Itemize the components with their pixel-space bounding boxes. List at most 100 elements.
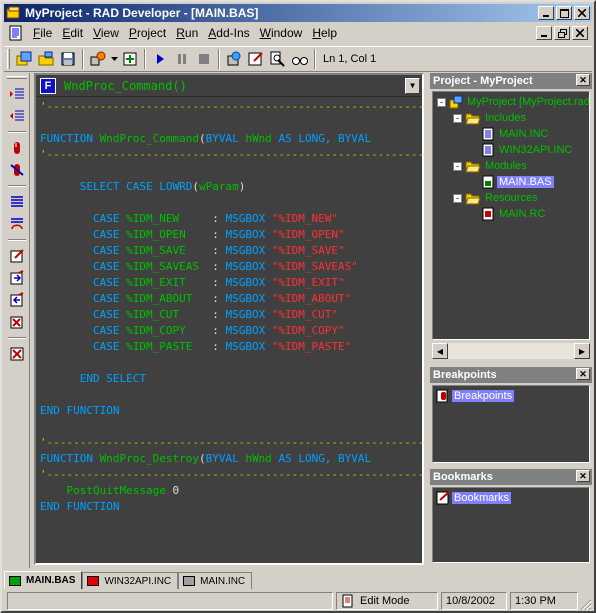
scroll-left-icon[interactable]: ◀: [432, 343, 448, 359]
scroll-track[interactable]: [448, 343, 574, 359]
code-line[interactable]: FUNCTION WndProc_Destroy(BYVAL hWnd AS L…: [40, 451, 422, 467]
mdi-minimize-button[interactable]: [536, 26, 552, 40]
code-line[interactable]: END FUNCTION: [40, 403, 422, 419]
code-line[interactable]: END SELECT: [40, 371, 422, 387]
code-line[interactable]: PostQuitMessage 0: [40, 483, 422, 499]
bookmarks-list[interactable]: Bookmarks: [432, 487, 590, 563]
stop-icon[interactable]: [193, 48, 215, 70]
menu-view[interactable]: View: [88, 26, 124, 40]
tree-item[interactable]: - Modules: [453, 158, 529, 174]
menu-project[interactable]: Project: [124, 26, 171, 40]
close-icon[interactable]: ✕: [576, 470, 590, 482]
list-item[interactable]: Bookmarks: [436, 490, 512, 506]
menu-add-ins[interactable]: Add-Ins: [203, 26, 254, 40]
title-bar[interactable]: MyProject - RAD Developer - [MAIN.BAS]: [4, 4, 592, 22]
code-line[interactable]: [40, 355, 422, 371]
code-line[interactable]: END FUNCTION: [40, 499, 422, 515]
maximize-button[interactable]: [556, 6, 572, 20]
open-project-icon[interactable]: [35, 48, 57, 70]
code-line[interactable]: CASE %IDM_EXIT : MSGBOX "%IDM_EXIT": [40, 275, 422, 291]
uncomment-block-icon[interactable]: [6, 213, 28, 235]
menu-window[interactable]: Window: [255, 26, 308, 40]
collapse-icon[interactable]: -: [453, 161, 462, 171]
code-line[interactable]: CASE %IDM_ABOUT : MSGBOX "%IDM_ABOUT": [40, 291, 422, 307]
breakpoints-list[interactable]: Breakpoints: [432, 385, 590, 463]
code-line[interactable]: CASE %IDM_SAVEAS : MSGBOX "%IDM_SAVEAS": [40, 259, 422, 275]
compile-icon[interactable]: [87, 48, 109, 70]
list-item[interactable]: Breakpoints: [436, 388, 515, 404]
code-line[interactable]: [40, 419, 422, 435]
tree-item[interactable]: - Resources: [453, 190, 540, 206]
tree-item[interactable]: - Includes: [453, 110, 528, 126]
mdi-restore-button[interactable]: [554, 26, 570, 40]
collapse-icon[interactable]: -: [453, 113, 462, 123]
code-line[interactable]: '---------------------------------------…: [40, 147, 422, 163]
code-line[interactable]: [40, 163, 422, 179]
previous-bookmark-icon[interactable]: [6, 289, 28, 311]
toolbar-grip[interactable]: [6, 76, 27, 79]
code-area[interactable]: '---------------------------------------…: [40, 99, 422, 561]
tree-item[interactable]: MAIN.RC: [469, 206, 547, 222]
code-line[interactable]: '---------------------------------------…: [40, 435, 422, 451]
chevron-down-icon[interactable]: ▼: [405, 77, 420, 94]
menu-file[interactable]: File: [28, 26, 57, 40]
outdent-icon[interactable]: [6, 105, 28, 127]
properties-icon[interactable]: [223, 48, 245, 70]
scroll-right-icon[interactable]: ▶: [574, 343, 590, 359]
code-line[interactable]: CASE %IDM_PASTE : MSGBOX "%IDM_PASTE": [40, 339, 422, 355]
pause-icon[interactable]: [171, 48, 193, 70]
close-button[interactable]: [574, 6, 590, 20]
code-line[interactable]: [40, 115, 422, 131]
tree-item[interactable]: - MyProject [MyProject.rad]: [437, 94, 589, 110]
exit-icon[interactable]: [6, 343, 28, 365]
toggle-bookmark-icon[interactable]: [6, 245, 28, 267]
procedure-combobox[interactable]: WndProc_Command() ▼: [64, 77, 422, 95]
toolbar-grip[interactable]: [7, 49, 10, 69]
tab-main-inc[interactable]: MAIN.INC: [178, 572, 253, 589]
edit-form-icon[interactable]: [245, 48, 267, 70]
code-editor[interactable]: F WndProc_Command() ▼ '-----------------…: [34, 73, 424, 565]
watch-icon[interactable]: [289, 48, 311, 70]
close-icon[interactable]: ✕: [576, 74, 590, 86]
indent-icon[interactable]: [6, 83, 28, 105]
code-line[interactable]: '---------------------------------------…: [40, 467, 422, 483]
save-project-icon[interactable]: [57, 48, 79, 70]
minimize-button[interactable]: [538, 6, 554, 20]
code-line[interactable]: SELECT CASE LOWRD(wParam): [40, 179, 422, 195]
code-line[interactable]: FUNCTION WndProc_Command(BYVAL hWnd AS L…: [40, 131, 422, 147]
code-line[interactable]: CASE %IDM_CUT : MSGBOX "%IDM_CUT": [40, 307, 422, 323]
toggle-breakpoint-icon[interactable]: [6, 137, 28, 159]
code-line[interactable]: [40, 195, 422, 211]
menu-edit[interactable]: Edit: [57, 26, 88, 40]
new-project-icon[interactable]: [13, 48, 35, 70]
collapse-icon[interactable]: -: [437, 97, 446, 107]
document-icon[interactable]: [8, 25, 24, 41]
code-line[interactable]: [40, 387, 422, 403]
next-bookmark-icon[interactable]: [6, 267, 28, 289]
menu-run[interactable]: Run: [171, 26, 203, 40]
resize-grip-icon[interactable]: [580, 599, 592, 611]
comment-block-icon[interactable]: [6, 191, 28, 213]
tab-main-bas[interactable]: MAIN.BAS: [4, 571, 83, 589]
collapse-icon[interactable]: -: [453, 193, 462, 203]
code-line[interactable]: CASE %IDM_COPY : MSGBOX "%IDM_COPY": [40, 323, 422, 339]
debug-icon[interactable]: [267, 48, 289, 70]
tab-win32api-inc[interactable]: WIN32API.INC: [82, 572, 179, 589]
code-line[interactable]: CASE %IDM_NEW : MSGBOX "%IDM_NEW": [40, 211, 422, 227]
run-icon[interactable]: [149, 48, 171, 70]
project-tree[interactable]: - MyProject [MyProject.rad] - Includes MAIN.…: [432, 91, 590, 340]
code-line[interactable]: '---------------------------------------…: [40, 99, 422, 115]
mdi-close-button[interactable]: [572, 26, 588, 40]
tree-item[interactable]: MAIN.INC: [469, 126, 551, 142]
close-icon[interactable]: ✕: [576, 368, 590, 380]
clear-breakpoints-icon[interactable]: [6, 159, 28, 181]
compile-dropdown-icon[interactable]: [109, 48, 119, 70]
build-icon[interactable]: [119, 48, 141, 70]
horizontal-scrollbar[interactable]: ◀ ▶: [432, 343, 590, 359]
tree-item[interactable]: MAIN.BAS: [469, 174, 554, 190]
menu-help[interactable]: Help: [307, 26, 342, 40]
code-line[interactable]: CASE %IDM_OPEN : MSGBOX "%IDM_OPEN": [40, 227, 422, 243]
clear-bookmarks-icon[interactable]: [6, 311, 28, 333]
tree-item[interactable]: WIN32API.INC: [469, 142, 574, 158]
code-line[interactable]: CASE %IDM_SAVE : MSGBOX "%IDM_SAVE": [40, 243, 422, 259]
